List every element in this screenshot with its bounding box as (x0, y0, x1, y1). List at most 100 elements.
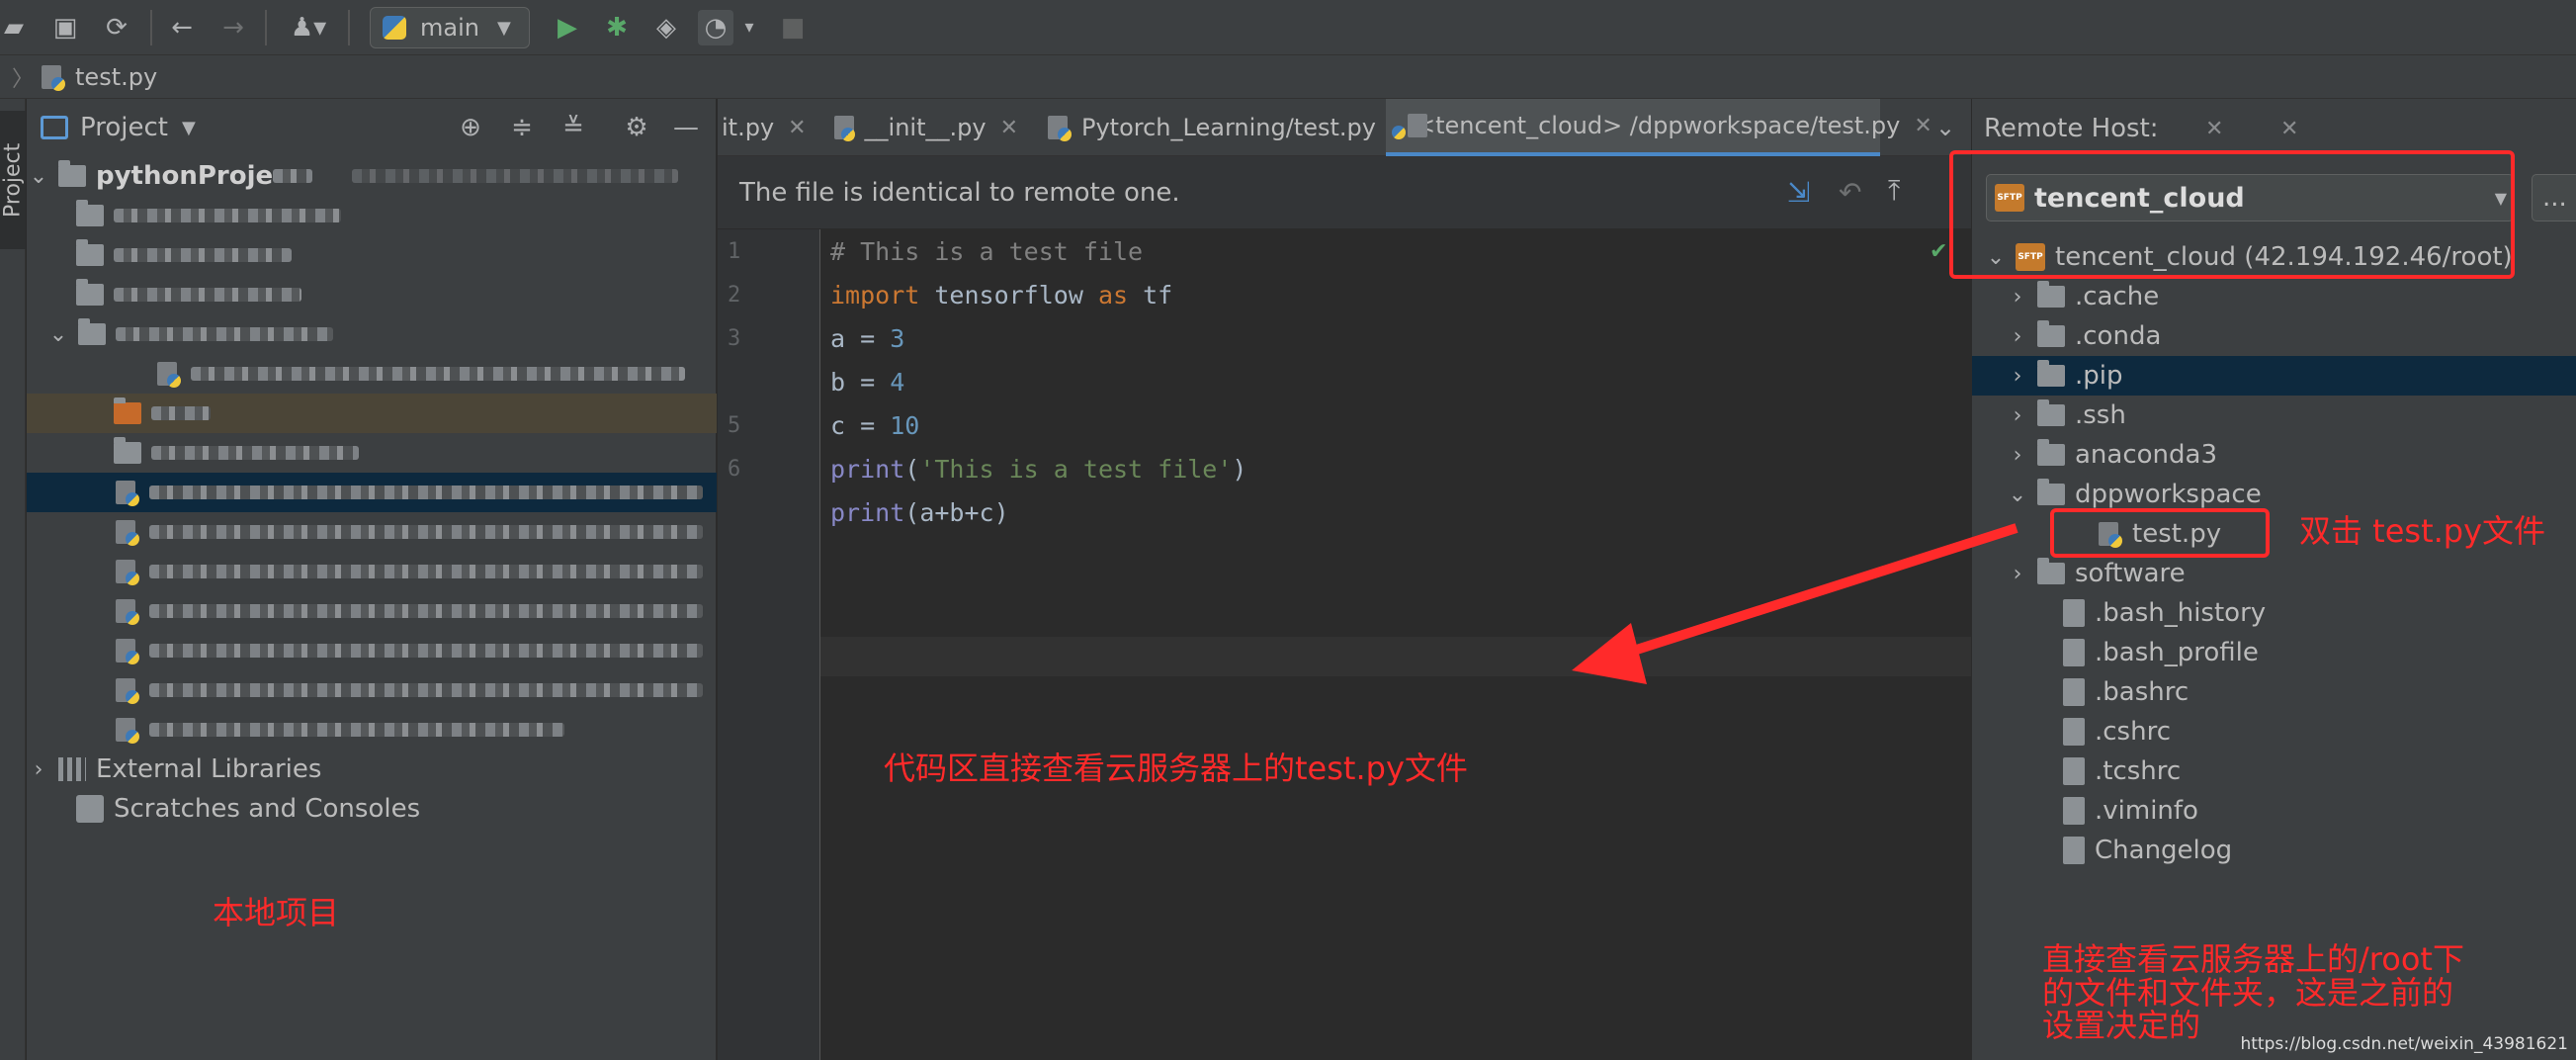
collapse-all-icon[interactable]: ≚ (557, 111, 590, 144)
remote-tree-item[interactable]: .bash_history (1972, 593, 2576, 633)
code-token: ) (1232, 455, 1247, 484)
chevron-right-icon[interactable]: › (2006, 364, 2029, 389)
upload-icon[interactable]: ⤒ (1888, 174, 1900, 208)
profile-icon[interactable]: ◔ (698, 10, 733, 45)
code-line-6: print('This is a test file') (830, 455, 1246, 484)
chevron-down-icon[interactable]: ⌄ (27, 164, 50, 189)
close-icon[interactable]: ✕ (2280, 117, 2298, 141)
tab-pytorch-test[interactable]: Pytorch_Learning/test.py ✕ (1034, 99, 1410, 156)
remote-item-label: .ssh (2075, 400, 2126, 430)
tree-row[interactable] (27, 196, 717, 235)
code-token: a = (830, 324, 891, 353)
python-file-icon (114, 676, 139, 704)
tree-row[interactable]: ⌄ (27, 314, 717, 354)
blurred-label (114, 248, 292, 262)
chevron-down-icon[interactable]: ⌄ (46, 322, 70, 347)
gear-icon[interactable]: ⚙ (620, 111, 653, 144)
minimize-icon[interactable]: — (669, 111, 703, 144)
tree-row[interactable] (27, 631, 717, 670)
tree-row[interactable] (27, 591, 717, 631)
remote-item-label: .conda (2075, 321, 2162, 351)
tree-row[interactable] (27, 354, 717, 394)
tree-row-external-libraries[interactable]: › External Libraries (27, 750, 717, 789)
blurred-path (352, 169, 679, 183)
tree-row[interactable] (27, 275, 717, 314)
close-icon[interactable]: ✕ (788, 116, 806, 140)
chevron-down-icon: ▼ (496, 17, 511, 39)
remote-tree-item[interactable]: Changelog (1972, 831, 2576, 870)
expand-all-icon[interactable]: ≑ (505, 111, 539, 144)
remote-tree-item-selected[interactable]: › .pip (1972, 356, 2576, 396)
tree-row[interactable] (27, 512, 717, 552)
stop-icon[interactable]: ■ (775, 10, 811, 45)
back-arrow-icon[interactable]: ← (164, 10, 200, 45)
python-file-icon (114, 479, 139, 506)
save-icon[interactable]: ▣ (47, 10, 83, 45)
unknown-file-icon (2063, 797, 2085, 825)
open-folder-icon[interactable]: ▰ (0, 10, 32, 45)
forward-arrow-icon[interactable]: → (215, 10, 251, 45)
tree-row-scratches[interactable]: Scratches and Consoles (27, 789, 717, 829)
coverage-icon[interactable]: ◈ (648, 10, 684, 45)
remote-tree-item[interactable]: › .conda (1972, 316, 2576, 356)
blurred-label (149, 604, 703, 618)
notice-text: The file is identical to remote one. (739, 177, 1180, 208)
run-icon[interactable]: ▶ (550, 10, 585, 45)
chevron-right-icon[interactable]: › (27, 757, 50, 782)
close-icon[interactable]: ✕ (2205, 117, 2223, 141)
sync-icon[interactable]: ⟳ (99, 10, 134, 45)
chevron-down-icon[interactable]: ▼ (182, 118, 196, 138)
close-icon[interactable]: ✕ (1000, 116, 1018, 140)
remote-tree-item[interactable]: .viminfo (1972, 791, 2576, 831)
tab-init-py-partial[interactable]: it.py ✕ (718, 99, 813, 156)
tree-row-root[interactable]: ⌄ pythonProje (27, 156, 717, 196)
code-area[interactable]: # This is a test file import tensorflow … (830, 229, 1971, 1060)
compare-icon[interactable]: ⇲ (1787, 176, 1810, 209)
revert-icon[interactable]: ↶ (1839, 176, 1861, 209)
tab-label: __init__.py (864, 114, 987, 141)
remote-tree-item[interactable]: › software (1972, 554, 2576, 593)
vcs-user-icon[interactable]: ♟▾ (281, 10, 336, 45)
unknown-file-icon (2063, 639, 2085, 666)
remote-tree-item[interactable]: .bash_profile (1972, 633, 2576, 672)
chevron-right-icon[interactable]: › (2006, 324, 2029, 349)
remote-tree-item[interactable]: › .ssh (1972, 396, 2576, 435)
tree-row[interactable] (27, 552, 717, 591)
tree-row[interactable] (27, 710, 717, 750)
chevron-right-icon[interactable]: › (2006, 562, 2029, 586)
profile-dropdown-icon[interactable]: ▾ (735, 10, 763, 45)
tree-row[interactable] (27, 394, 717, 433)
remote-tree-item[interactable]: .tcshrc (1972, 751, 2576, 791)
remote-tree-item[interactable]: › anaconda3 (1972, 435, 2576, 475)
folder-icon (114, 437, 141, 464)
locate-icon[interactable]: ⊕ (454, 111, 487, 144)
code-builtin: print (830, 498, 905, 527)
tree-row[interactable] (27, 433, 717, 473)
tree-row[interactable] (27, 670, 717, 710)
project-tool-tab[interactable]: Project (0, 111, 26, 249)
remote-item-label: .pip (2075, 361, 2123, 391)
chevron-right-icon[interactable]: › (2006, 285, 2029, 309)
debug-icon[interactable]: ✱ (599, 10, 635, 45)
remote-tree-item[interactable]: › .cache (1972, 277, 2576, 316)
project-panel-header: Project ▼ ⊕ ≑ ≚ ⚙ — (27, 99, 717, 156)
more-button[interactable]: ... (2532, 174, 2576, 221)
code-keyword: import (830, 281, 920, 309)
run-config-selector[interactable]: main ▼ (370, 7, 530, 48)
code-number: 10 (890, 411, 920, 440)
chevron-down-icon[interactable]: ⌄ (1926, 99, 1965, 156)
chevron-right-icon[interactable]: › (2006, 443, 2029, 468)
remote-tree-item[interactable]: .cshrc (1972, 712, 2576, 751)
python-file-icon (155, 360, 181, 388)
chevron-down-icon[interactable]: ⌄ (2006, 483, 2029, 507)
chevron-right-icon[interactable]: › (2006, 403, 2029, 428)
breadcrumb-file[interactable]: test.py (75, 63, 157, 91)
project-panel-title[interactable]: Project (80, 113, 168, 142)
line-number-gutter: 1 2 3 5 6 (718, 229, 820, 1060)
remote-tree-item[interactable]: .bashrc (1972, 672, 2576, 712)
tree-row-selected[interactable] (27, 473, 717, 512)
tree-row[interactable] (27, 235, 717, 275)
tab-remote-test[interactable]: <tencent_cloud> /dppworkspace/test.py ✕ (1386, 99, 1932, 156)
tab-init[interactable]: __init__.py ✕ (820, 99, 1018, 156)
folder-icon (2037, 439, 2065, 466)
